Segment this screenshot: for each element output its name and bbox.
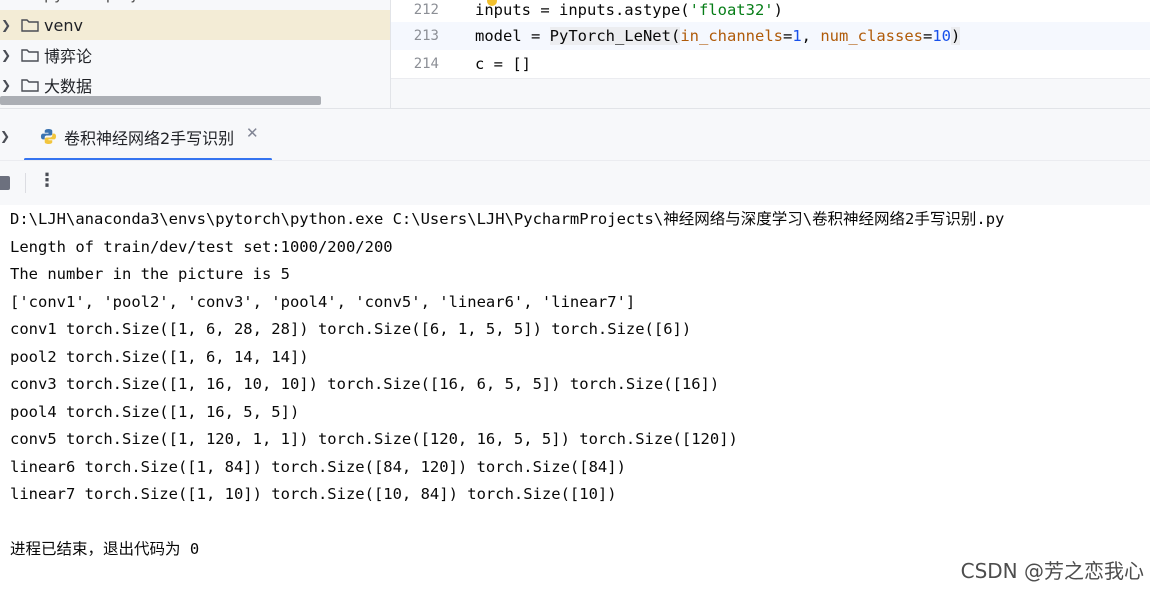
more-vertical-icon[interactable]: ⋮ (38, 171, 56, 191)
line-number: 212 (413, 2, 439, 18)
console-line: pool4 torch.Size([1, 16, 5, 5]) (10, 402, 300, 421)
watermark: CSDN @芳之恋我心 (960, 559, 1144, 583)
console-line: conv1 torch.Size([1, 6, 28, 28]) torch.S… (10, 320, 692, 338)
console-line: linear6 torch.Size([1, 84]) torch.Size([… (10, 457, 626, 476)
code-text: inputs = inputs.astype('float32') (475, 1, 783, 19)
run-tab[interactable]: 卷积神经网络2手写识别 ✕ (24, 109, 272, 161)
chevron-right-icon[interactable]: ❯ (0, 78, 12, 92)
toolbar-separator (25, 173, 26, 193)
folder-icon (21, 49, 39, 62)
code-text: model = PyTorch_LeNet(in_channels=1, num… (475, 27, 961, 45)
console-output[interactable]: D:\LJH\anaconda3\envs\pytorch\python.exe… (0, 205, 1150, 590)
tree-item-label: 大数据 (44, 77, 93, 96)
console-line: D:\LJH\anaconda3\envs\pytorch\python.exe… (10, 210, 1005, 228)
tree-item-label: python-project (44, 0, 161, 3)
console-line: ['conv1', 'pool2', 'conv3', 'pool4', 'co… (10, 292, 636, 311)
run-tab-title: 卷积神经网络2手写识别 (64, 129, 235, 148)
project-tree: python-project ❯ venv ❯ 博弈论 ❯ 大数据 (0, 0, 390, 108)
tree-item-partial[interactable]: python-project (0, 0, 390, 8)
folder-icon (21, 19, 39, 32)
console-line: linear7 torch.Size([1, 10]) torch.Size([… (10, 485, 617, 503)
options-icon[interactable]: ❯ (0, 129, 10, 143)
code-line-212[interactable]: 212 inputs = inputs.astype('float32') (391, 0, 1150, 24)
line-number: 213 (413, 28, 439, 44)
chevron-right-icon[interactable]: ❯ (0, 18, 12, 32)
console-line: pool2 torch.Size([1, 6, 14, 14]) (10, 347, 309, 366)
code-line-214[interactable]: 214 c = [] (391, 50, 1150, 78)
code-editor[interactable]: 212 inputs = inputs.astype('float32') 21… (391, 0, 1150, 108)
console-line: Length of train/dev/test set:1000/200/20… (10, 237, 393, 256)
console-line: conv3 torch.Size([1, 16, 10, 10]) torch.… (10, 375, 720, 393)
python-icon (40, 128, 57, 145)
code-line-213[interactable]: 213 model = PyTorch_LeNet(in_channels=1,… (391, 22, 1150, 50)
console-line: The number in the picture is 5 (10, 265, 290, 283)
editor-empty-area (391, 79, 1150, 108)
ide-top-area: python-project ❯ venv ❯ 博弈论 ❯ 大数据 (0, 0, 1150, 108)
tree-item-label: venv (44, 15, 83, 35)
horizontal-scrollbar[interactable] (0, 96, 321, 105)
chevron-right-icon[interactable]: ❯ (0, 48, 12, 62)
run-toolbar: ⋮ (0, 160, 1150, 206)
close-icon[interactable]: ✕ (246, 124, 259, 142)
tree-item-game-theory[interactable]: ❯ 博弈论 (0, 40, 390, 70)
stop-icon[interactable] (0, 176, 10, 190)
folder-icon (21, 79, 39, 92)
tree-item-label: 博弈论 (44, 47, 93, 66)
tree-item-venv[interactable]: ❯ venv (0, 10, 390, 40)
code-text: c = [] (475, 55, 531, 73)
line-number: 214 (413, 56, 439, 72)
run-tool-window-header: ❯ 卷积神经网络2手写识别 ✕ (0, 108, 1150, 161)
console-line: conv5 torch.Size([1, 120, 1, 1]) torch.S… (10, 430, 738, 448)
process-exit-message: 进程已结束，退出代码为 0 (10, 540, 200, 558)
